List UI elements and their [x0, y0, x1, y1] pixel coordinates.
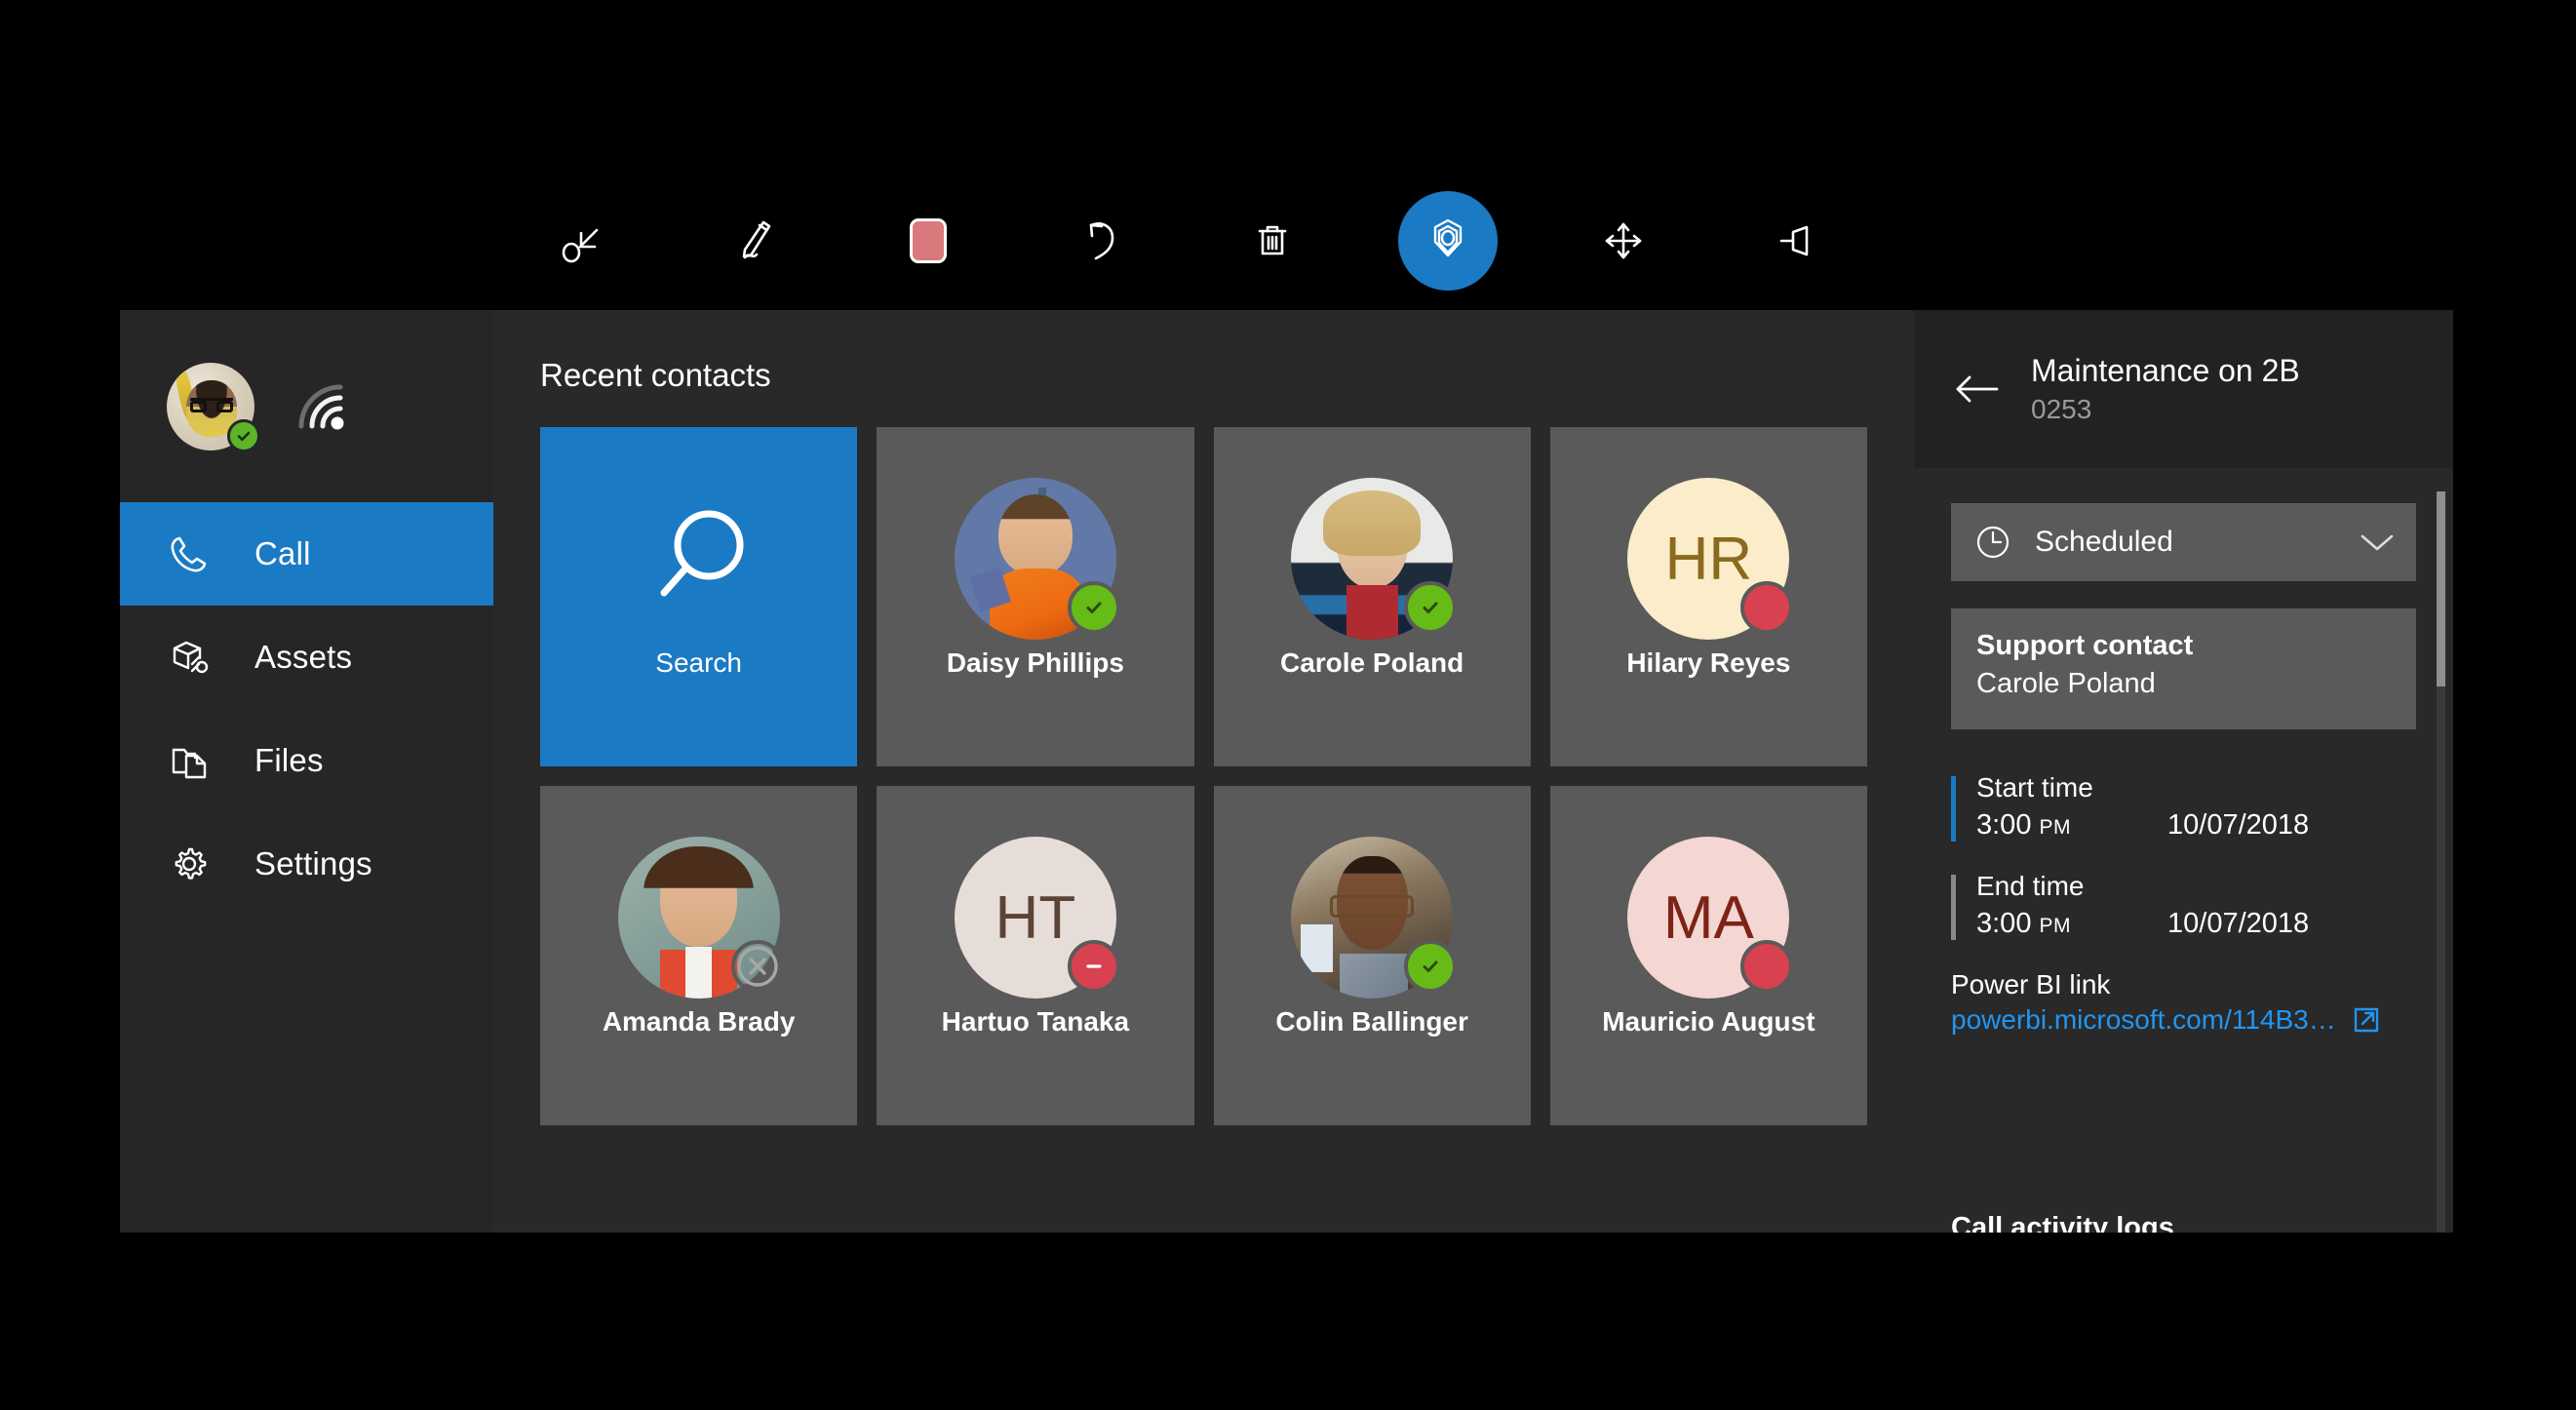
search-tile-label: Search: [655, 647, 742, 678]
contact-name: Amanda Brady: [602, 1006, 796, 1037]
place-hologram-icon[interactable]: [1398, 191, 1499, 291]
call-activity-logs-title: Call activity logs: [1951, 1212, 2174, 1233]
box-wrench-icon: [167, 635, 225, 680]
contact-card[interactable]: Daisy Phillips: [877, 427, 1194, 766]
support-contact-box[interactable]: Support contact Carole Poland: [1951, 608, 2416, 729]
avatar: HR: [1627, 478, 1794, 640]
status-dropdown[interactable]: Scheduled: [1951, 503, 2416, 581]
status-badge: [1404, 940, 1458, 993]
contact-name: Hartuo Tanaka: [941, 1006, 1130, 1037]
support-contact-value: Carole Poland: [1976, 668, 2156, 699]
folder-file-icon: [167, 738, 225, 783]
contact-name: Daisy Phillips: [946, 647, 1124, 678]
wifi-icon: [295, 381, 352, 432]
sidebar-item-settings[interactable]: Settings: [120, 812, 493, 916]
contact-name: Hilary Reyes: [1626, 647, 1791, 678]
status-badge: [1740, 940, 1794, 993]
contact-card[interactable]: Carole Poland: [1213, 427, 1531, 766]
avatar: HT: [954, 837, 1120, 999]
avatar: [954, 478, 1120, 640]
profile-header: [120, 310, 493, 502]
back-arrow-icon[interactable]: [1947, 359, 2008, 419]
start-date-value: 10/07/2018: [2167, 809, 2310, 841]
status-label: Scheduled: [2035, 526, 2173, 558]
status-badge: [1067, 581, 1120, 634]
detail-body: Scheduled Support contact Carole Poland …: [1914, 468, 2453, 1233]
contact-name: Mauricio August: [1602, 1006, 1815, 1037]
contact-name: Colin Ballinger: [1275, 1006, 1468, 1037]
end-time-label: End time: [1976, 871, 2085, 901]
support-contact-label: Support contact: [1976, 630, 2194, 661]
contact-card[interactable]: Colin Ballinger: [1213, 786, 1531, 1125]
contact-card[interactable]: HR Hilary Reyes: [1549, 427, 1867, 766]
sidebar-item-call[interactable]: Call: [120, 502, 493, 606]
start-time-row: Start time 3:00 PM 10/07/2018: [1951, 772, 2416, 842]
app-window: Call Assets Files Settings Recent contac…: [120, 310, 2453, 1233]
pen-icon[interactable]: [709, 194, 802, 288]
power-bi-link[interactable]: powerbi.microsoft.com/114B3…: [1951, 1004, 2416, 1036]
status-badge: [730, 940, 784, 993]
detail-title: Maintenance on 2B: [2031, 353, 2300, 389]
status-badge: [1740, 581, 1794, 634]
chevron-down-icon[interactable]: [2360, 531, 2395, 553]
detail-header: Maintenance on 2B 0253: [1914, 310, 2453, 468]
contact-name: Carole Poland: [1279, 647, 1464, 678]
status-badge: [1067, 940, 1120, 993]
floating-toolbar: [507, 183, 1872, 298]
start-time-label: Start time: [1976, 772, 2093, 803]
end-time-value: 3:00 PM: [1976, 908, 2072, 939]
sidebar-item-label: Assets: [254, 639, 353, 675]
avatar: [1291, 837, 1458, 999]
undo-icon[interactable]: [1054, 194, 1148, 288]
sidebar-item-label: Files: [254, 742, 324, 778]
power-bi-block: Power BI link powerbi.microsoft.com/114B…: [1951, 969, 2416, 1036]
detail-scrollbar[interactable]: [2437, 491, 2445, 1233]
phone-icon: [167, 531, 225, 576]
detail-scrollbar-thumb[interactable]: [2437, 491, 2445, 686]
end-date-value: 10/07/2018: [2167, 908, 2310, 939]
clock-icon: [1974, 524, 2011, 561]
move-icon[interactable]: [1577, 194, 1670, 288]
contacts-grid: Search Daisy Phillips Carole Poland HR H…: [540, 427, 1867, 1125]
contact-card[interactable]: HT Hartuo Tanaka: [877, 786, 1194, 1125]
search-tile[interactable]: Search: [540, 427, 858, 766]
start-time-value: 3:00 PM: [1976, 809, 2072, 841]
avatar: [1291, 478, 1458, 640]
pin-icon[interactable]: [1749, 194, 1843, 288]
end-time-row: End time 3:00 PM 10/07/2018: [1951, 871, 2416, 940]
detail-titles: Maintenance on 2B 0253: [2031, 353, 2300, 425]
contact-card[interactable]: Amanda Brady: [540, 786, 858, 1125]
sidebar-item-label: Call: [254, 535, 311, 571]
detail-panel: Maintenance on 2B 0253 Scheduled Support…: [1914, 310, 2453, 1233]
sidebar-nav: Call Assets Files: [120, 502, 493, 812]
detail-subtitle: 0253: [2031, 393, 2092, 424]
gear-icon: [167, 842, 225, 886]
external-link-icon: [2352, 1005, 2381, 1035]
status-badge: [227, 418, 260, 452]
avatar: [617, 837, 784, 999]
delete-icon[interactable]: [1226, 194, 1319, 288]
status-badge: [1404, 581, 1458, 634]
power-bi-label: Power BI link: [1951, 969, 2111, 999]
avatar[interactable]: [167, 362, 260, 452]
sidebar-item-files[interactable]: Files: [120, 709, 493, 812]
sidebar-item-label: Settings: [254, 845, 372, 881]
select-lasso-icon[interactable]: [536, 194, 630, 288]
app-root: Call Assets Files Settings Recent contac…: [0, 0, 2576, 1410]
sidebar-item-assets[interactable]: Assets: [120, 606, 493, 709]
page-title: Recent contacts: [540, 357, 771, 393]
sidebar: Call Assets Files Settings: [120, 310, 493, 1233]
contact-card[interactable]: MA Mauricio August: [1549, 786, 1867, 1125]
power-bi-url: powerbi.microsoft.com/114B3…: [1951, 1004, 2336, 1035]
color-swatch-icon[interactable]: [881, 194, 975, 288]
avatar: MA: [1627, 837, 1794, 999]
main-content: Recent contacts Search Daisy Phillips Ca…: [493, 310, 1914, 1233]
search-icon: [618, 478, 780, 640]
